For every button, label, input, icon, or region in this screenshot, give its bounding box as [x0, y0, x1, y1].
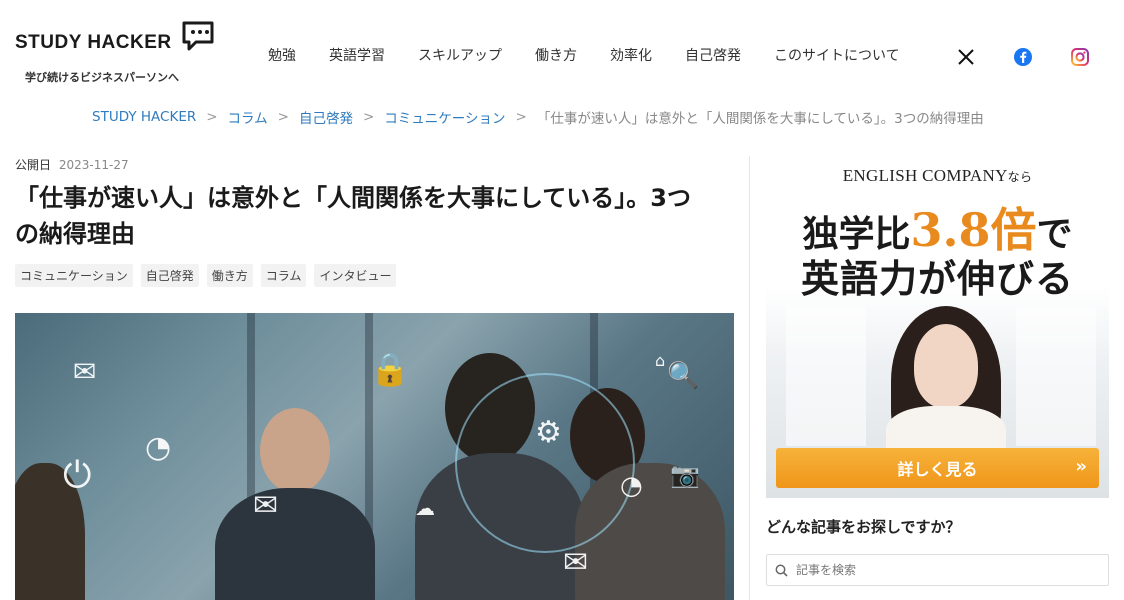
search-icon: 🔍 — [667, 361, 700, 391]
lock-icon: 🔒 — [370, 350, 410, 388]
nav-item-efficiency[interactable]: 効率化 — [610, 45, 652, 65]
main-nav: 勉強 英語学習 スキルアップ 働き方 効率化 自己啓発 このサイトについて — [268, 45, 933, 65]
publish-label: 公開日 — [15, 158, 52, 172]
nav-item-english[interactable]: 英語学習 — [329, 45, 385, 65]
breadcrumb-current: 「仕事が速い人」は意外と「人間関係を大事にしている」。3つの納得理由 — [536, 111, 984, 127]
speech-bubble-icon — [182, 21, 214, 51]
nav-item-study[interactable]: 勉強 — [268, 45, 296, 65]
pie-chart-icon: ◔ — [145, 430, 172, 465]
hero-image: ✉ 🔒 ⏻ ◔ ⚙ ✉ 🔍 📷 ◔ ✉ ⌂ ☁ — [15, 313, 734, 600]
x-icon[interactable] — [956, 47, 976, 67]
facebook-icon[interactable] — [1013, 47, 1033, 67]
publish-info: 公開日 2023-11-27 — [15, 156, 129, 173]
logo-text: STUDY HACKER — [15, 32, 172, 53]
nav-item-skillup[interactable]: スキルアップ — [418, 45, 502, 65]
home-icon: ⌂ — [655, 351, 666, 370]
ad-brand: ENGLISH COMPANYなら — [766, 166, 1109, 186]
power-icon: ⏻ — [63, 455, 92, 496]
ad-brand-name: ENGLISH COMPANY — [842, 166, 1008, 185]
tag-self-development[interactable]: 自己啓発 — [140, 264, 199, 287]
tag-interview[interactable]: インタビュー — [314, 264, 397, 287]
mail-icon: ✉ — [253, 488, 279, 523]
ad-model-face — [914, 324, 978, 408]
nav-item-self-development[interactable]: 自己啓発 — [685, 45, 741, 65]
breadcrumb-separator: > — [206, 109, 218, 125]
ad-background-window — [1016, 306, 1096, 446]
glow-ring — [455, 373, 635, 553]
tag-communication[interactable]: コミュニケーション — [15, 264, 133, 287]
nav-item-workstyle[interactable]: 働き方 — [535, 45, 577, 65]
publish-date: 2023-11-27 — [58, 158, 129, 172]
search-input[interactable] — [796, 563, 1096, 577]
search-box — [766, 554, 1109, 586]
ad-background-window — [786, 306, 866, 446]
double-chevron-icon: » — [1075, 456, 1087, 477]
ad-details-button[interactable]: 詳しく見る » — [776, 448, 1099, 488]
site-tagline: 学び続けるビジネスパーソンへ — [25, 71, 179, 84]
mail-icon: ✉ — [563, 545, 589, 580]
breadcrumb-home[interactable]: STUDY HACKER — [92, 109, 196, 125]
tag-workstyle[interactable]: 働き方 — [206, 264, 253, 287]
breadcrumb-column[interactable]: コラム — [228, 107, 268, 127]
nav-item-about[interactable]: このサイトについて — [774, 45, 900, 65]
search-heading: どんな記事をお探しですか？ — [766, 518, 961, 536]
ad-button-label: 詳しく見る — [897, 460, 978, 479]
ad-headline-2: 英語力が伸びる — [800, 256, 1074, 301]
breadcrumb-separator: > — [515, 109, 527, 125]
breadcrumb-separator: > — [277, 109, 289, 125]
article-title: 「仕事が速い人」は意外と「人間関係を大事にしている」。3つの納得理由 — [15, 184, 691, 248]
sidebar-divider — [749, 156, 750, 600]
cloud-icon: ☁ — [415, 496, 435, 520]
english-company-ad[interactable]: ENGLISH COMPANYなら 独学比3.8倍で 英語力が伸びる 詳しく見る… — [766, 156, 1109, 498]
breadcrumb-self-development[interactable]: 自己啓発 — [299, 107, 353, 127]
pie-chart-icon: ◔ — [620, 471, 643, 501]
breadcrumb: STUDY HACKER > コラム > 自己啓発 > コミュニケーション > … — [92, 107, 984, 127]
instagram-icon[interactable] — [1070, 47, 1090, 67]
person-head — [260, 408, 330, 493]
search-icon — [775, 564, 788, 577]
mail-icon: ✉ — [73, 355, 97, 388]
gear-icon: ⚙ — [535, 415, 562, 450]
camera-icon: 📷 — [670, 461, 700, 489]
breadcrumb-communication[interactable]: コミュニケーション — [384, 107, 505, 127]
tag-list: コミュニケーション 自己啓発 働き方 コラム インタビュー — [15, 264, 397, 287]
breadcrumb-separator: > — [362, 109, 375, 125]
person-silhouette — [215, 488, 375, 600]
site-logo[interactable]: STUDY HACKER 学び続けるビジネスパーソンへ — [15, 20, 225, 90]
tag-column[interactable]: コラム — [260, 264, 307, 287]
ad-brand-suffix: なら — [1007, 170, 1033, 184]
